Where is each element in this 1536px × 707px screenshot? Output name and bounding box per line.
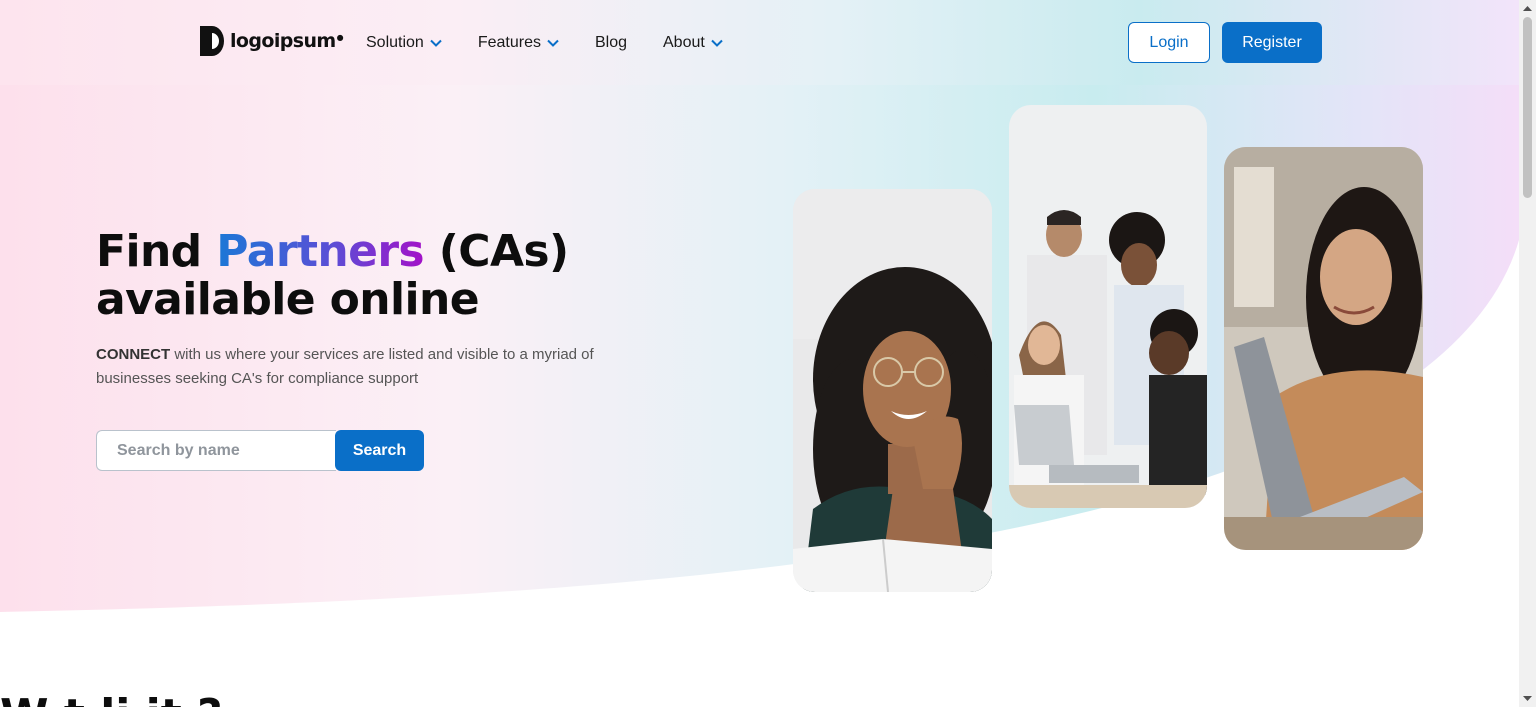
team-photo: [1009, 105, 1207, 508]
login-button[interactable]: Login: [1128, 22, 1210, 63]
page-scrollbar[interactable]: [1519, 0, 1536, 707]
hero-title-line2: available online: [96, 274, 480, 325]
laptop-photo: [1224, 147, 1423, 550]
hero-title-part1: Find: [96, 226, 217, 277]
scrollbar-thumb[interactable]: [1523, 17, 1532, 198]
hero-photo-team: [1009, 105, 1207, 508]
hero-title-accent: Partners: [216, 226, 425, 277]
nav-item-about[interactable]: About: [663, 34, 723, 52]
scroll-up-icon[interactable]: [1519, 0, 1536, 17]
nav-label: About: [663, 34, 705, 51]
hero-title-part2: (CAs): [424, 226, 569, 277]
nav-item-blog[interactable]: Blog: [595, 34, 627, 52]
page: logoipsum● Solution Features Blog About …: [0, 0, 1519, 707]
logo-icon: [200, 26, 224, 56]
hero-photo-laptop: [1224, 147, 1423, 550]
nav-label: Solution: [366, 34, 424, 51]
search-button[interactable]: Search: [335, 430, 424, 471]
hero-photo-portrait: [793, 189, 992, 592]
chevron-down-icon: [547, 39, 559, 47]
nav-label: Blog: [594, 34, 627, 51]
hero-title: Find Partners (CAs) available online: [96, 228, 656, 324]
hero-subtitle-text: with us where your services are listed a…: [96, 346, 594, 387]
search-bar: Search: [96, 430, 424, 471]
site-header: logoipsum● Solution Features Blog About …: [0, 0, 1519, 85]
nav-item-features[interactable]: Features: [478, 34, 559, 52]
chevron-down-icon: [711, 39, 723, 47]
nav-label: Features: [477, 34, 541, 51]
next-section-heading: W t li it ?: [0, 690, 223, 707]
logo-text: logoipsum●: [230, 30, 344, 52]
nav-item-solution[interactable]: Solution: [366, 34, 442, 52]
hero-subtitle-strong: CONNECT: [96, 346, 171, 363]
search-input[interactable]: [96, 430, 336, 471]
hero-subtitle: CONNECT with us where your services are …: [96, 343, 616, 391]
chevron-down-icon: [430, 39, 442, 47]
main-nav: Solution Features Blog About: [366, 31, 759, 55]
scroll-down-icon[interactable]: [1519, 690, 1536, 707]
portrait-photo: [793, 189, 992, 592]
brand-logo[interactable]: logoipsum●: [198, 24, 344, 58]
register-button[interactable]: Register: [1222, 22, 1322, 63]
